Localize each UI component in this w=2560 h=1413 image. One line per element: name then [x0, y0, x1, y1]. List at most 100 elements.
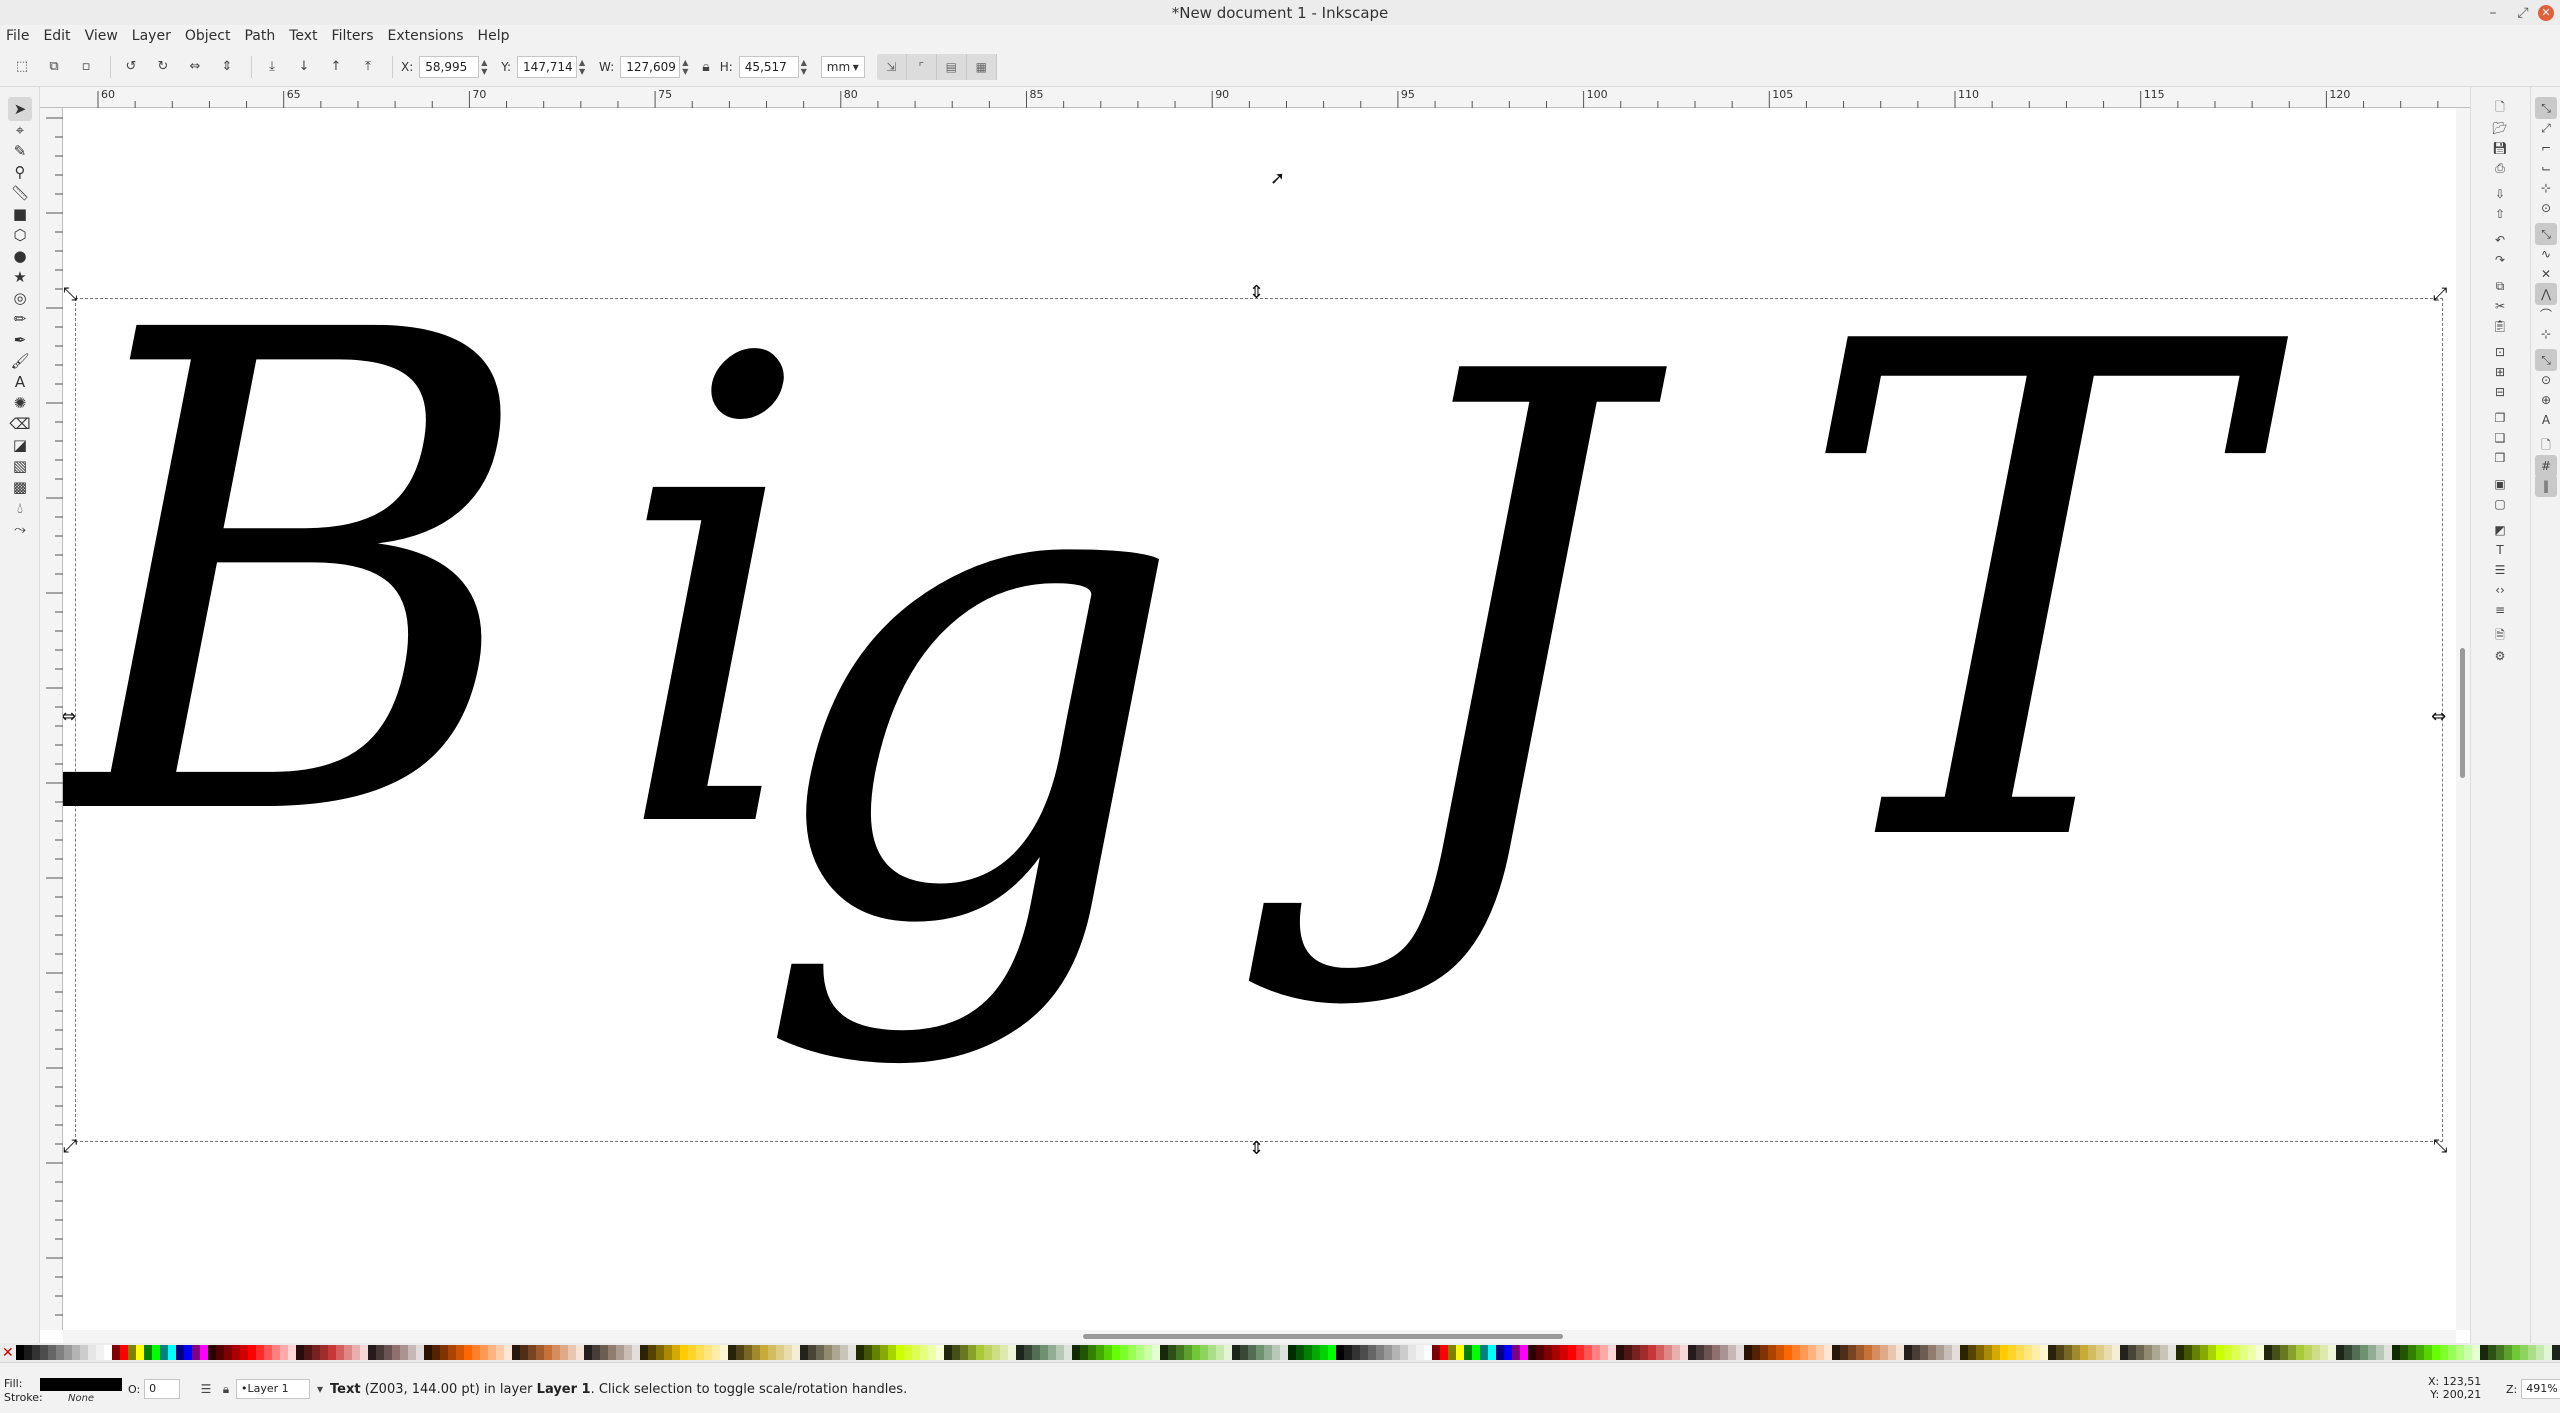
- palette-swatch[interactable]: [1487, 1345, 1496, 1360]
- palette-swatch[interactable]: [135, 1345, 144, 1360]
- palette-swatch[interactable]: [1999, 1345, 2008, 1360]
- palette-swatch[interactable]: [95, 1345, 104, 1360]
- palette-swatch[interactable]: [1775, 1345, 1784, 1360]
- palette-swatch[interactable]: [951, 1345, 960, 1360]
- palette-swatch[interactable]: [943, 1345, 952, 1360]
- palette-swatch[interactable]: [607, 1345, 616, 1360]
- palette-swatch[interactable]: [1023, 1345, 1032, 1360]
- redo-icon[interactable]: ↷: [2489, 249, 2511, 271]
- palette-swatch[interactable]: [2095, 1345, 2104, 1360]
- palette-swatch[interactable]: [1639, 1345, 1648, 1360]
- palette-swatch[interactable]: [1311, 1345, 1320, 1360]
- palette-swatch[interactable]: [2255, 1345, 2264, 1360]
- palette-swatch[interactable]: [447, 1345, 456, 1360]
- palette-swatch[interactable]: [1343, 1345, 1352, 1360]
- x-input[interactable]: 58,995: [419, 55, 480, 78]
- palette-swatch[interactable]: [1583, 1345, 1592, 1360]
- palette-swatch[interactable]: [1127, 1345, 1136, 1360]
- snap-cusp-nodes-icon[interactable]: ⋀: [2535, 283, 2557, 305]
- palette-swatch[interactable]: [1975, 1345, 1984, 1360]
- palette-swatch[interactable]: [503, 1345, 512, 1360]
- chevron-down-icon[interactable]: ▾: [310, 1382, 330, 1396]
- palette-swatch[interactable]: [2007, 1345, 2016, 1360]
- palette-swatch[interactable]: [1943, 1345, 1952, 1360]
- palette-swatch[interactable]: [495, 1345, 504, 1360]
- palette-swatch[interactable]: [2343, 1345, 2352, 1360]
- palette-swatch[interactable]: [1063, 1345, 1072, 1360]
- palette-swatch[interactable]: [39, 1345, 48, 1360]
- palette-swatch[interactable]: [1503, 1345, 1512, 1360]
- palette-swatch[interactable]: [1727, 1345, 1736, 1360]
- palette-swatch[interactable]: [567, 1345, 576, 1360]
- fill-stroke-icon[interactable]: ◩: [2489, 519, 2511, 541]
- text-font-icon[interactable]: T: [2489, 539, 2511, 561]
- palette-swatch[interactable]: [2391, 1345, 2400, 1360]
- palette-swatch[interactable]: [871, 1345, 880, 1360]
- palette-swatch[interactable]: [1183, 1345, 1192, 1360]
- palette-swatch[interactable]: [423, 1345, 432, 1360]
- palette-swatch[interactable]: [455, 1345, 464, 1360]
- palette-swatch[interactable]: [1519, 1345, 1528, 1360]
- snap-bbox-corner-icon[interactable]: ⌙: [2535, 157, 2557, 179]
- minimize-icon[interactable]: –: [2478, 5, 2508, 21]
- palette-swatch[interactable]: [327, 1345, 336, 1360]
- snap-bbox-center-icon[interactable]: ⊙: [2535, 197, 2557, 219]
- palette-swatch[interactable]: [2431, 1345, 2440, 1360]
- stroke-indicator[interactable]: None: [68, 1393, 94, 1404]
- palette-swatch[interactable]: [895, 1345, 904, 1360]
- palette-swatch[interactable]: [2191, 1345, 2200, 1360]
- palette-swatch[interactable]: [2407, 1345, 2416, 1360]
- palette-swatch[interactable]: [911, 1345, 920, 1360]
- flip-horizontal-icon[interactable]: ⇔: [183, 55, 207, 79]
- palette-swatch[interactable]: [319, 1345, 328, 1360]
- palette-swatch[interactable]: [1711, 1345, 1720, 1360]
- palette-swatch[interactable]: [1615, 1345, 1624, 1360]
- snap-grid-icon[interactable]: #: [2535, 455, 2557, 477]
- palette-swatch[interactable]: [1767, 1345, 1776, 1360]
- palette-swatch[interactable]: [167, 1345, 176, 1360]
- opacity-input[interactable]: 0: [144, 1379, 181, 1399]
- palette-swatch[interactable]: [439, 1345, 448, 1360]
- clone-icon[interactable]: ❑: [2489, 427, 2511, 449]
- palette-swatch[interactable]: [1119, 1345, 1128, 1360]
- palette-swatch[interactable]: [1231, 1345, 1240, 1360]
- palette-swatch[interactable]: [1087, 1345, 1096, 1360]
- transform-gradients-icon[interactable]: ▤: [937, 53, 967, 80]
- palette-swatch[interactable]: [367, 1345, 376, 1360]
- cut-icon[interactable]: ✂: [2489, 295, 2511, 317]
- palette-swatch[interactable]: [535, 1345, 544, 1360]
- palette-swatch[interactable]: [1687, 1345, 1696, 1360]
- palette-swatch[interactable]: [1015, 1345, 1024, 1360]
- palette-swatch[interactable]: [623, 1345, 632, 1360]
- palette-swatch[interactable]: [879, 1345, 888, 1360]
- snap-nodes-icon[interactable]: ⤡: [2535, 223, 2557, 245]
- palette-swatch[interactable]: [191, 1345, 200, 1360]
- palette-swatch[interactable]: [1623, 1345, 1632, 1360]
- palette-swatch[interactable]: [239, 1345, 248, 1360]
- palette-swatch[interactable]: [1879, 1345, 1888, 1360]
- palette-swatch[interactable]: [583, 1345, 592, 1360]
- import-icon[interactable]: ⇩: [2489, 183, 2511, 205]
- palette-swatch[interactable]: [199, 1345, 208, 1360]
- zoom-drawing-icon[interactable]: ⊞: [2489, 361, 2511, 383]
- lock-ratio-icon[interactable]: 🔒︎: [702, 59, 709, 75]
- palette-swatch[interactable]: [1751, 1345, 1760, 1360]
- palette-swatch[interactable]: [263, 1345, 272, 1360]
- palette-swatch[interactable]: [775, 1345, 784, 1360]
- canvas[interactable]: B i g J T ⤡ ⇕ ⤢ ⇔ ⇔ ⤢ ⇕ ⤡: [63, 108, 2456, 1330]
- preferences-icon[interactable]: ⚙: [2489, 645, 2511, 667]
- palette-swatch[interactable]: [2151, 1345, 2160, 1360]
- horizontal-ruler[interactable]: 6065707580859095100105110115120125130135…: [40, 87, 2470, 108]
- palette-swatch[interactable]: [527, 1345, 536, 1360]
- y-spinner[interactable]: ▲ ▼: [579, 56, 589, 78]
- palette-swatch[interactable]: [2399, 1345, 2408, 1360]
- undo-icon[interactable]: ↶: [2489, 229, 2511, 251]
- palette-swatch[interactable]: [2487, 1345, 2496, 1360]
- snap-object-center-icon[interactable]: ⊙: [2535, 369, 2557, 391]
- palette-swatch[interactable]: [1223, 1345, 1232, 1360]
- scale-handle-top[interactable]: ⇕: [1249, 284, 1264, 302]
- palette-swatch[interactable]: [927, 1345, 936, 1360]
- palette-swatch[interactable]: [2311, 1345, 2320, 1360]
- palette-swatch[interactable]: [1415, 1345, 1424, 1360]
- palette-swatch[interactable]: [999, 1345, 1008, 1360]
